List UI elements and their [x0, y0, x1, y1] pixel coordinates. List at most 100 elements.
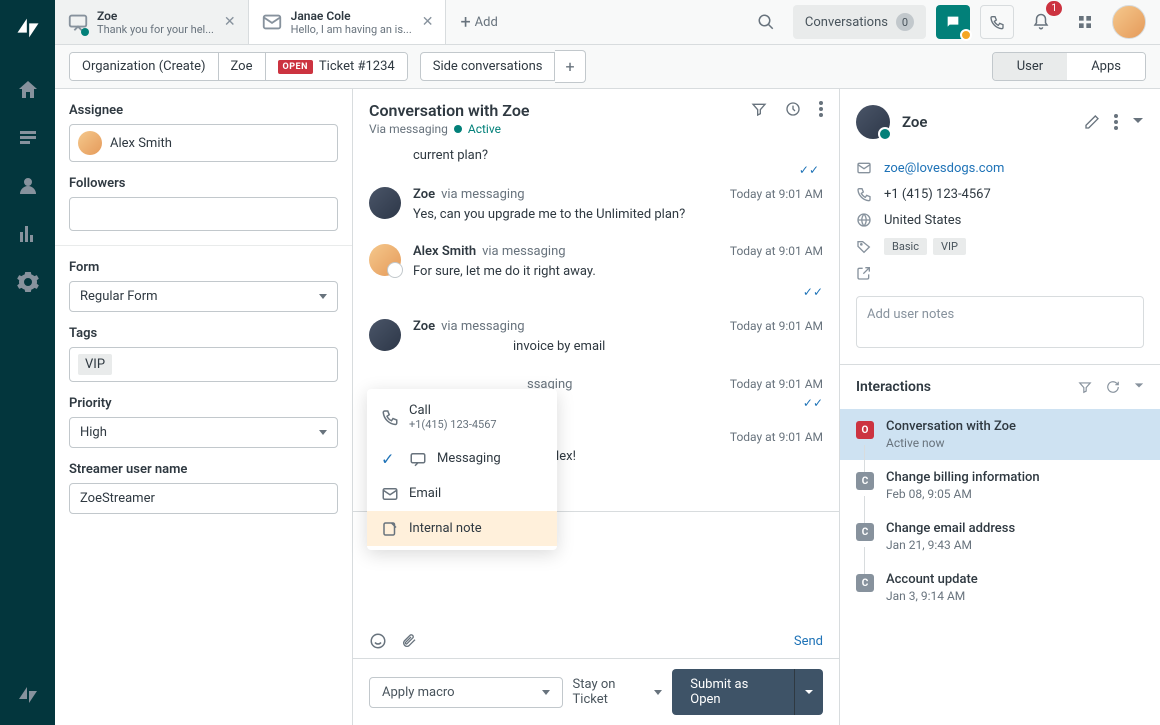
- zendesk-footer-icon[interactable]: [16, 683, 40, 707]
- interaction-item[interactable]: C Change billing informationFeb 08, 9:05…: [840, 460, 1160, 511]
- conversation-status: Active: [468, 122, 501, 136]
- submit-dropdown[interactable]: [794, 669, 823, 715]
- avatar: [369, 319, 401, 351]
- filter-icon[interactable]: [751, 101, 767, 117]
- admin-icon[interactable]: [16, 270, 40, 294]
- phone-icon: [381, 408, 399, 426]
- edit-icon[interactable]: [1084, 114, 1100, 130]
- priority-select[interactable]: High: [69, 417, 338, 448]
- chevron-down-icon[interactable]: [1132, 114, 1144, 130]
- more-icon[interactable]: [1114, 114, 1118, 130]
- status-dot: [81, 28, 89, 36]
- message-fragment: current plan?: [369, 148, 823, 163]
- status-badge: C: [856, 523, 874, 541]
- channel-label: Call: [409, 403, 497, 418]
- message-text: Yes, can you upgrade me to the Unlimited…: [413, 206, 823, 224]
- message-time: Today at 9:01 AM: [730, 430, 823, 444]
- streamer-input[interactable]: [69, 483, 338, 514]
- reporting-icon[interactable]: [16, 222, 40, 246]
- tag-icon: [856, 239, 872, 255]
- interaction-item[interactable]: O Conversation with ZoeActive now: [840, 409, 1160, 460]
- mail-icon: [261, 11, 283, 33]
- message-via: via messaging: [482, 244, 565, 259]
- add-tab-button[interactable]: +Add: [446, 0, 511, 44]
- read-receipt-icon: ✓✓: [369, 163, 823, 177]
- conversations-label: Conversations: [805, 15, 888, 30]
- message-author: Zoe: [413, 319, 435, 334]
- stay-on-ticket-select[interactable]: Stay on Ticket: [573, 677, 663, 707]
- assignee-label: Assignee: [69, 103, 338, 118]
- user-avatar[interactable]: [1112, 5, 1146, 39]
- channel-email[interactable]: Email: [367, 476, 557, 511]
- phone-icon[interactable]: [980, 5, 1014, 39]
- interactions-list: O Conversation with ZoeActive now C Chan…: [840, 409, 1160, 725]
- interaction-title: Change email address: [886, 521, 1015, 536]
- tab-ticket-zoe[interactable]: Zoe Thank you for your hel... ✕: [55, 0, 249, 44]
- check-icon: ✓: [381, 449, 394, 468]
- apps-grid-icon[interactable]: [1068, 5, 1102, 39]
- message-time: Today at 9:01 AM: [730, 244, 823, 258]
- user-phone: +1 (415) 123-4567: [884, 187, 991, 202]
- note-icon: [381, 520, 399, 538]
- refresh-icon[interactable]: [1106, 380, 1120, 394]
- assignee-field[interactable]: Alex Smith: [69, 124, 338, 162]
- tab-apps[interactable]: Apps: [1067, 53, 1145, 80]
- interaction-item[interactable]: C Change email address Jan 21, 9:43 AM: [840, 511, 1160, 562]
- followers-field[interactable]: [69, 197, 338, 231]
- user-notes-input[interactable]: Add user notes: [856, 296, 1144, 348]
- conversations-count: 0: [896, 13, 914, 31]
- interaction-item[interactable]: C Account updateJan 3, 9:14 AM: [840, 562, 1160, 613]
- message-text: elp Alex!: [527, 448, 823, 466]
- channel-messaging[interactable]: ✓ Messaging: [367, 441, 557, 476]
- add-side-conversation-button[interactable]: +: [555, 50, 585, 83]
- status-badge: C: [856, 472, 874, 490]
- conversations-button[interactable]: Conversations 0: [793, 5, 926, 39]
- message-via: via messaging: [441, 187, 524, 202]
- tab-subtitle: Hello, I am having an is...: [291, 23, 412, 36]
- channel-sub: +1(415) 123-4567: [409, 418, 497, 431]
- followers-label: Followers: [69, 176, 338, 191]
- send-button[interactable]: Send: [794, 634, 823, 649]
- user-country: United States: [884, 213, 961, 228]
- filter-icon[interactable]: [1078, 380, 1092, 394]
- breadcrumb-org[interactable]: Organization (Create): [70, 53, 219, 80]
- tab-title: Zoe: [97, 9, 214, 23]
- side-conversations-button[interactable]: Side conversations: [420, 52, 556, 81]
- tab-user[interactable]: User: [993, 53, 1067, 80]
- user-avatar: [856, 105, 890, 139]
- chevron-down-icon[interactable]: [1134, 380, 1144, 394]
- user-email[interactable]: zoe@lovesdogs.com: [884, 161, 1004, 176]
- tab-ticket-janae[interactable]: Janae Cole Hello, I am having an is... ✕: [249, 0, 447, 44]
- ticket-number: Ticket #1234: [319, 59, 395, 74]
- priority-label: Priority: [69, 396, 338, 411]
- events-icon[interactable]: [785, 101, 801, 117]
- tags-field[interactable]: VIP: [69, 347, 338, 382]
- attachment-icon[interactable]: [401, 632, 417, 650]
- interaction-sub: Jan 21, 9:43 AM: [886, 538, 1015, 552]
- open-badge: OPEN: [278, 60, 313, 74]
- message-author: Alex Smith: [413, 244, 476, 259]
- channel-call[interactable]: Call +1(415) 123-4567: [367, 393, 557, 441]
- search-icon[interactable]: [749, 5, 783, 39]
- composer-input[interactable]: [353, 544, 839, 624]
- breadcrumb-user[interactable]: Zoe: [219, 53, 266, 80]
- form-select[interactable]: Regular Form: [69, 281, 338, 312]
- message-via: via messaging: [441, 319, 524, 334]
- more-icon[interactable]: [819, 101, 823, 117]
- close-icon[interactable]: ✕: [422, 14, 434, 30]
- read-receipt-icon: ✓✓: [413, 285, 823, 299]
- channel-internal-note[interactable]: Internal note: [367, 511, 557, 546]
- external-link-icon[interactable]: [856, 265, 872, 281]
- customers-icon[interactable]: [16, 174, 40, 198]
- chat-button[interactable]: [936, 5, 970, 39]
- message-item: Zoe via messaging Today at 9:01 AM invoi…: [369, 309, 823, 366]
- submit-button[interactable]: Submit as Open: [672, 669, 794, 715]
- home-icon[interactable]: [16, 78, 40, 102]
- emoji-icon[interactable]: [369, 632, 387, 650]
- notifications-button[interactable]: 1: [1024, 5, 1058, 39]
- breadcrumb-ticket[interactable]: OPEN Ticket #1234: [266, 53, 407, 80]
- views-icon[interactable]: [16, 126, 40, 150]
- apply-macro-select[interactable]: Apply macro: [369, 677, 563, 708]
- tab-title: Janae Cole: [291, 9, 412, 23]
- close-icon[interactable]: ✕: [224, 14, 236, 30]
